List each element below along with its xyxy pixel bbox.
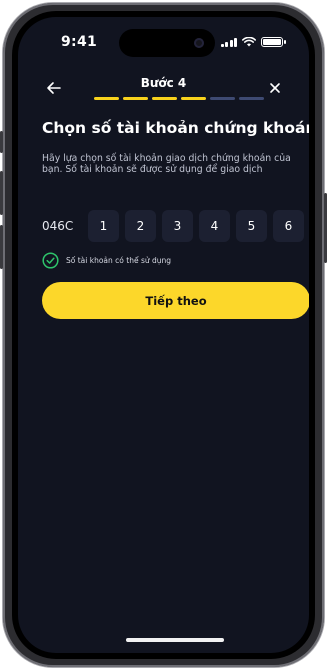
account-digit-4[interactable]: 4: [199, 210, 230, 242]
step-segment-1: [94, 97, 119, 100]
status-time: 9:41: [61, 34, 98, 50]
step-progress: [94, 97, 264, 100]
volume-down-button: [0, 225, 3, 269]
app-screen: 9:41 Bước 4 Chọn số tài khoản chứng khoá…: [18, 17, 309, 653]
dynamic-island: [119, 29, 215, 57]
step-segment-4: [181, 97, 206, 100]
cellular-signal-icon: [220, 37, 237, 47]
account-digit-6[interactable]: 6: [273, 210, 304, 242]
close-icon[interactable]: [267, 80, 283, 96]
status-icons: [220, 37, 286, 47]
next-button[interactable]: Tiếp theo: [42, 282, 309, 319]
volume-up-button: [0, 171, 3, 215]
mute-switch: [0, 131, 3, 153]
home-indicator[interactable]: [126, 638, 224, 642]
phone-bezel: 9:41 Bước 4 Chọn số tài khoản chứng khoá…: [12, 11, 315, 659]
account-number-input: 046C 1 2 3 4 5 6: [42, 210, 304, 242]
account-digit-1[interactable]: 1: [88, 210, 119, 242]
page-title: Chọn số tài khoản chứng khoán: [42, 119, 309, 137]
account-prefix: 046C: [42, 219, 74, 233]
page-description: Hãy lựa chọn số tài khoản giao dịch chứn…: [42, 153, 291, 175]
check-circle-icon: [42, 252, 59, 269]
account-digit-3[interactable]: 3: [162, 210, 193, 242]
battery-icon: [261, 37, 286, 47]
wifi-icon: [242, 37, 256, 47]
account-digit-2[interactable]: 2: [125, 210, 156, 242]
step-title: Bước 4: [140, 76, 187, 90]
validation-status: Số tài khoản có thể sử dụng: [42, 252, 171, 269]
step-segment-6: [239, 97, 264, 100]
step-segment-3: [152, 97, 177, 100]
camera-icon: [194, 38, 204, 48]
validation-message: Số tài khoản có thể sử dụng: [66, 256, 172, 265]
phone-frame: 9:41 Bước 4 Chọn số tài khoản chứng khoá…: [0, 3, 327, 667]
step-segment-2: [123, 97, 148, 100]
step-segment-5: [210, 97, 235, 100]
account-digit-5[interactable]: 5: [236, 210, 267, 242]
